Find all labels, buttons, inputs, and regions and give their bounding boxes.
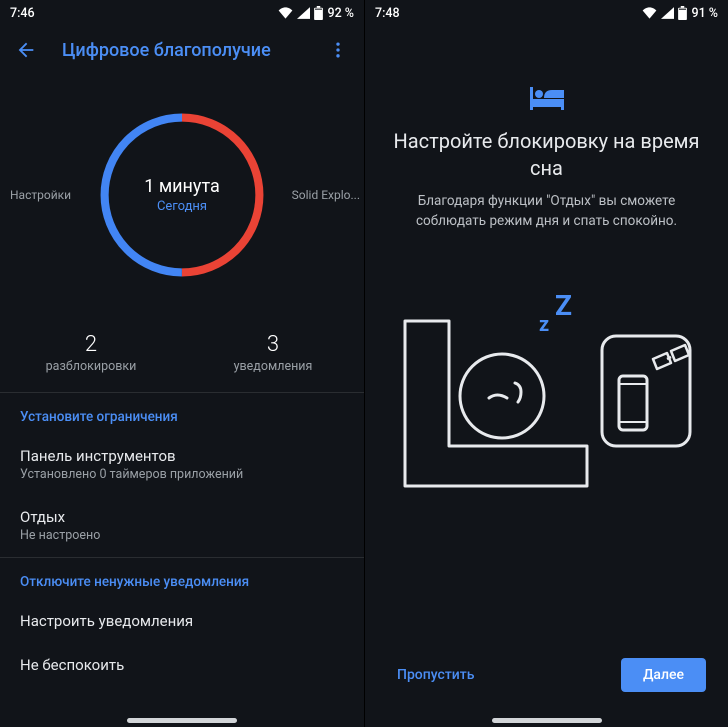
donut-label-left: Настройки — [10, 188, 71, 202]
status-bar: 7:48 91 % — [365, 0, 728, 26]
more-vert-icon — [328, 40, 348, 60]
stat-notifs-label: уведомления — [182, 359, 364, 374]
item-winddown[interactable]: Отдых Не настроено — [0, 496, 364, 557]
onboard-content: Настройте блокировку на время сна Благод… — [365, 84, 728, 511]
onboard-body: Благодаря функции "Отдых" вы сможете соб… — [393, 192, 700, 231]
donut-label-right: Solid Explo... — [292, 188, 360, 202]
sleep-illustration: z Z — [393, 281, 700, 511]
wellbeing-screen: 7:46 92 % Цифровое благополучие Настройк… — [0, 0, 364, 727]
status-battery-pct: 91 % — [691, 6, 718, 21]
battery-icon — [314, 6, 323, 20]
onboard-heading: Настройте блокировку на время сна — [393, 128, 700, 182]
status-bar: 7:46 92 % — [0, 0, 364, 26]
item-winddown-secondary: Не настроено — [20, 528, 344, 543]
svg-text:z: z — [539, 312, 549, 336]
next-button[interactable]: Далее — [621, 658, 706, 692]
stats-row: 2 разблокировки 3 уведомления — [0, 320, 364, 392]
donut-total: 1 минута — [144, 176, 220, 197]
overflow-menu-button[interactable] — [320, 32, 356, 68]
page-title: Цифровое благополучие — [62, 40, 302, 61]
battery-icon — [678, 6, 687, 20]
status-icons: 92 % — [278, 6, 354, 21]
skip-button[interactable]: Пропустить — [387, 659, 484, 691]
onboard-footer: Пропустить Далее — [365, 649, 728, 701]
status-time: 7:48 — [375, 6, 400, 21]
onboarding-screen: 7:48 91 % Настройте блокировку на время … — [364, 0, 728, 727]
item-configure-notifs-primary: Настроить уведомления — [20, 612, 344, 630]
stat-unlocks-label: разблокировки — [0, 359, 182, 374]
stat-unlocks-num: 2 — [0, 332, 182, 357]
donut-center: 1 минута Сегодня — [144, 176, 220, 214]
donut-subtitle: Сегодня — [144, 199, 220, 214]
item-dnd[interactable]: Не беспокоить — [0, 644, 364, 688]
nav-pill[interactable] — [127, 718, 237, 723]
section-notifs-title: Отключите ненужные уведомления — [0, 558, 364, 600]
item-dashboard-secondary: Установлено 0 таймеров приложений — [20, 467, 344, 482]
bed-icon — [393, 84, 700, 110]
status-icons: 91 % — [642, 6, 718, 21]
wifi-icon — [642, 7, 657, 19]
section-limits-title: Установите ограничения — [0, 393, 364, 435]
usage-donut[interactable]: Настройки Solid Explo... 1 минута Сегодн… — [0, 80, 364, 310]
arrow-left-icon — [15, 39, 37, 61]
nav-pill[interactable] — [492, 718, 602, 723]
svg-text:Z: Z — [555, 289, 572, 322]
stat-notifications[interactable]: 3 уведомления — [182, 320, 364, 392]
back-button[interactable] — [8, 32, 44, 68]
item-dnd-primary: Не беспокоить — [20, 656, 344, 674]
wifi-icon — [278, 7, 293, 19]
status-time: 7:46 — [10, 6, 35, 21]
status-battery-pct: 92 % — [327, 6, 354, 21]
stat-unlocks[interactable]: 2 разблокировки — [0, 320, 182, 392]
item-winddown-primary: Отдых — [20, 508, 344, 526]
app-bar: Цифровое благополучие — [0, 26, 364, 74]
item-configure-notifs[interactable]: Настроить уведомления — [0, 600, 364, 644]
stat-notifs-num: 3 — [182, 332, 364, 357]
item-dashboard-primary: Панель инструментов — [20, 447, 344, 465]
item-dashboard[interactable]: Панель инструментов Установлено 0 таймер… — [0, 435, 364, 496]
signal-icon — [297, 7, 310, 19]
signal-icon — [661, 7, 674, 19]
